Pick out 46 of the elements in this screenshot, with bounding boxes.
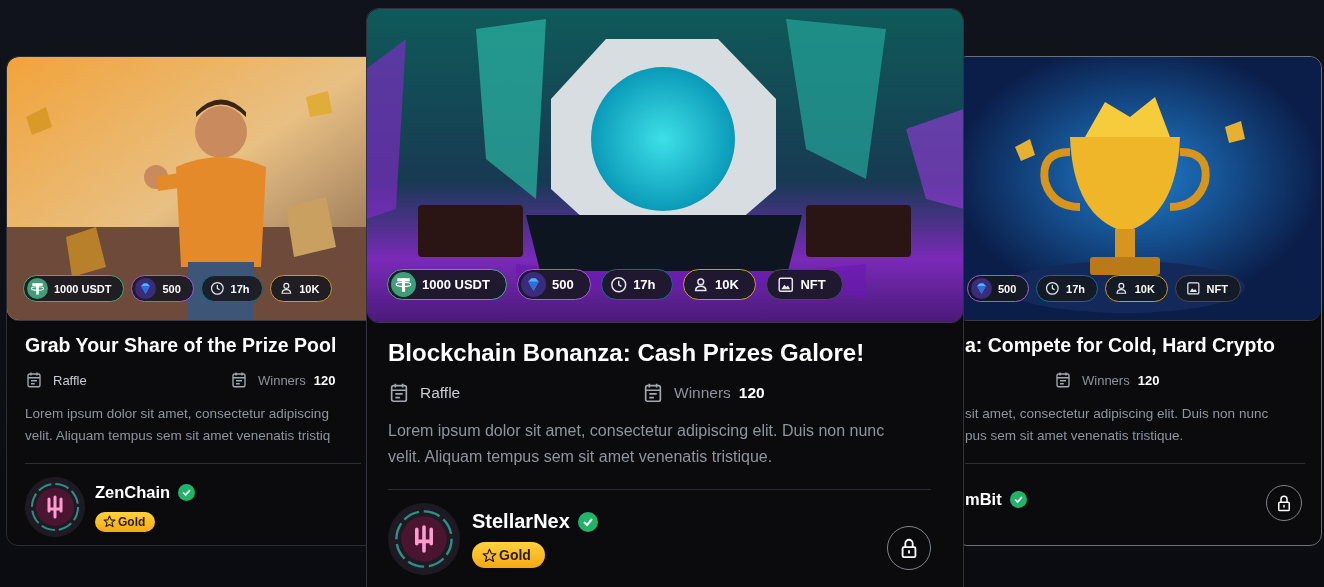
clock-icon — [209, 281, 225, 296]
star-icon — [103, 515, 116, 528]
card-title: Blockchain Bonanza: Cash Prizes Galore! — [388, 339, 866, 367]
creator-name: mBit — [965, 489, 1002, 509]
reward-chip: 17h — [200, 275, 263, 302]
reward-chip: 500 — [967, 275, 1030, 302]
gem-icon — [971, 278, 992, 299]
tether-icon — [27, 278, 48, 299]
tier-badge: Gold — [472, 542, 545, 568]
winners-count: 120 — [313, 372, 336, 388]
calendar-icon — [25, 371, 43, 389]
lock-icon — [1275, 494, 1293, 512]
card-description: Lorem ipsum dolor sit amet, consectetur adipiscing elit. Duis non nunc velit. Aliquam tempus sem sit amet venenatis tristique. — [388, 421, 886, 467]
reward-chip: 17h — [1036, 275, 1098, 302]
card-description: sit amet, consectetur adipiscing elit. Duis non nunc pus sem sit amet venenatis tristique. — [965, 405, 1270, 445]
reward-chip: 10K — [1105, 275, 1168, 302]
creator-name: ZenChain — [95, 482, 171, 502]
winners-count: 120 — [738, 384, 765, 402]
type-label: Raffle — [420, 384, 461, 402]
lock-button[interactable] — [1266, 485, 1302, 521]
image-icon — [1185, 281, 1201, 296]
calendar-icon — [230, 371, 248, 389]
tier-badge: Gold — [95, 511, 156, 532]
winners-count: 120 — [1137, 372, 1160, 388]
calendar-icon — [388, 382, 410, 404]
user-icon — [278, 281, 294, 296]
reward-chip: NFT — [1174, 275, 1241, 302]
avatar-icon — [25, 477, 85, 537]
user-icon — [1114, 281, 1129, 296]
calendar-icon — [1054, 371, 1072, 389]
winners-label: Winners — [674, 384, 731, 402]
type-label: Raffle — [53, 372, 87, 388]
card-title: a: Compete for Cold, Hard Crypto — [965, 334, 1276, 357]
creator-name: StellarNex — [472, 510, 570, 533]
card-description: Lorem ipsum dolor sit amet, consectetur adipiscing velit. Aliquam tempus sem sit amet venenatis tristiq — [25, 405, 332, 445]
calendar-icon — [642, 382, 664, 404]
reward-chip: 500 — [131, 275, 194, 302]
winners-label: Winners — [258, 372, 306, 388]
winners-label: Winners — [1082, 372, 1130, 388]
lock-button[interactable] — [887, 526, 931, 570]
clock-icon — [1045, 281, 1061, 296]
star-icon — [482, 547, 497, 563]
avatar-icon — [388, 503, 460, 575]
gem-icon — [135, 278, 157, 299]
card-title: Grab Your Share of the Prize Pool — [25, 334, 338, 357]
reward-chip: 1000 USDT — [23, 275, 125, 302]
